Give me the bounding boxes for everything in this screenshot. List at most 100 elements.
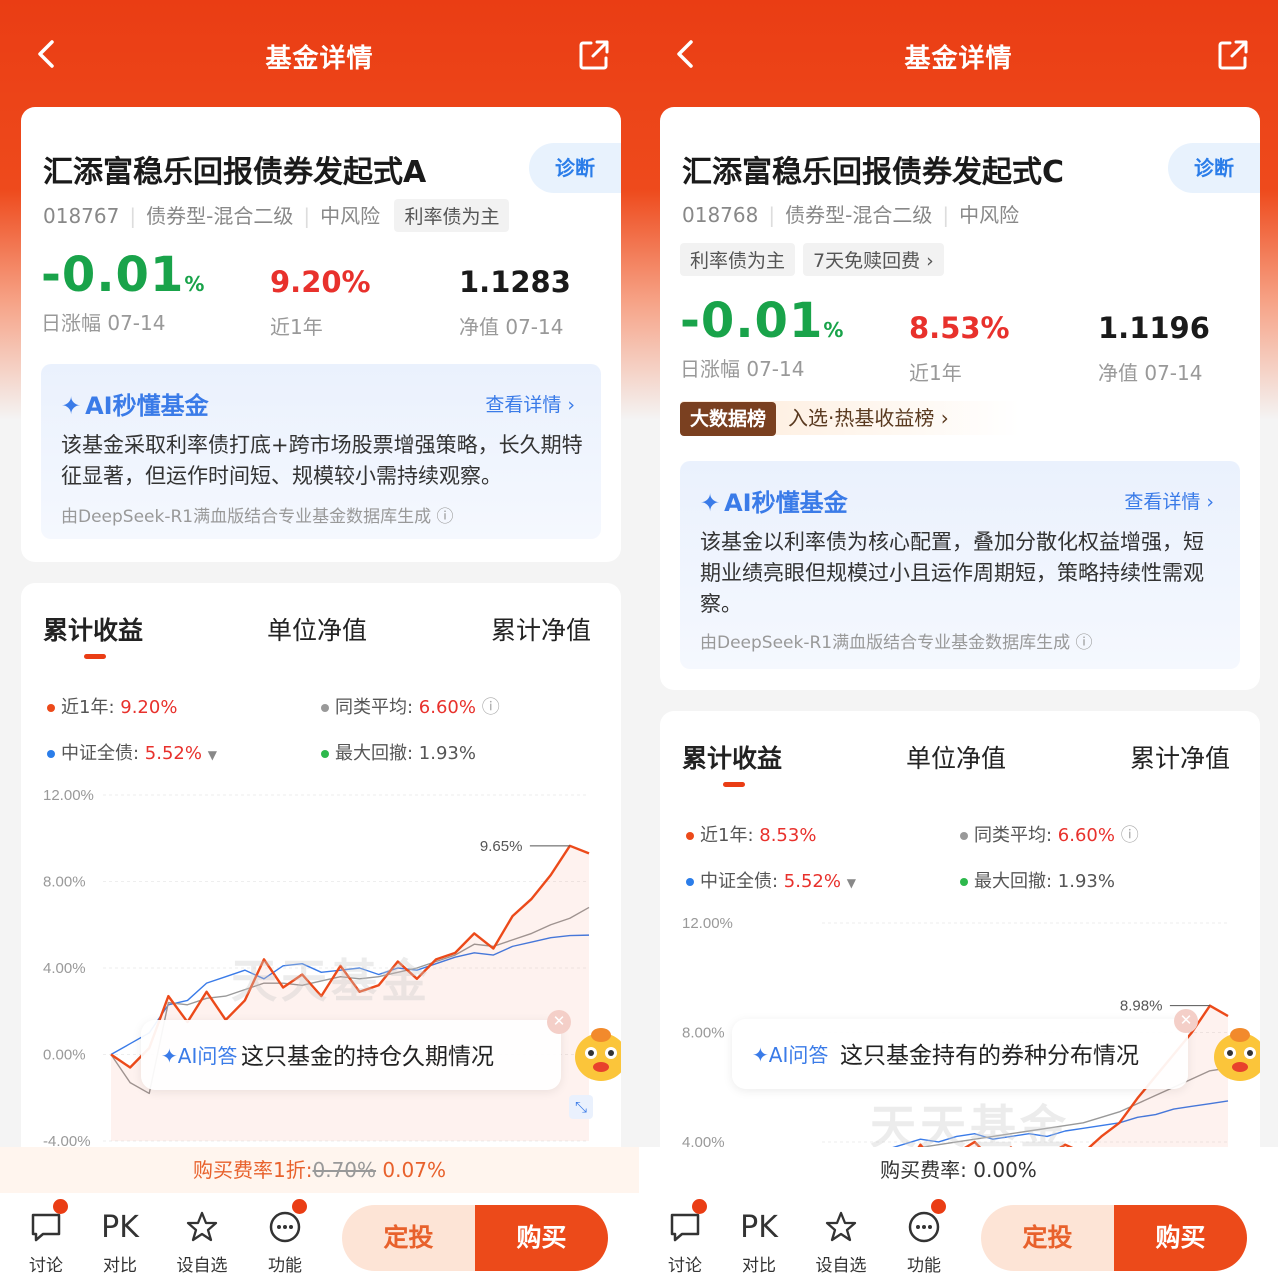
ai-qa-question: 这只基金的持仓久期情况	[241, 1044, 494, 1070]
fund-summary-card: 汇添富稳乐回报债券发起式A 诊断 018767 | 债券型-混合二级 | 中风险 利率债…	[21, 107, 621, 562]
free-redeem-tag[interactable]: 7天免赎回费 ›	[803, 243, 944, 276]
fund-tag: 利率债为主	[394, 199, 510, 232]
year-return: 8.53%	[909, 311, 1010, 345]
peak-label: 8.98%	[1120, 998, 1163, 1015]
expand-icon[interactable]: ⤡	[569, 1095, 593, 1119]
fund-risk: 中风险	[320, 204, 381, 228]
fee-label: 购买费率: 0.00%	[880, 1158, 1037, 1182]
fund-panel-c: 基金详情 汇添富稳乐回报债券发起式C 诊断 018768 | 债券型-混合二级 | 中风…	[639, 0, 1278, 1278]
watchlist-button[interactable]: 设自选	[811, 1207, 871, 1276]
ai-source: 由DeepSeek-R1满血版结合专业基金数据库生成 ⓘ	[61, 507, 454, 527]
more-icon	[908, 1211, 940, 1243]
compare-button[interactable]: PK 对比	[729, 1207, 789, 1277]
notification-dot	[931, 1199, 946, 1214]
year-label: 近1年	[909, 361, 962, 385]
fund-code: 018768	[682, 203, 759, 227]
nav-label: 净值 07-14	[1098, 361, 1203, 385]
pk-icon: PK	[740, 1209, 778, 1245]
ai-title: ✦ AI秒懂基金	[61, 392, 209, 420]
stat-daily: -0.01% 日涨幅 07-14	[41, 247, 206, 335]
fund-risk: 中风险	[959, 203, 1020, 227]
fund-tags: 利率债为主 7天免赎回费 ›	[680, 243, 952, 276]
ai-title: ✦ AI秒懂基金	[700, 489, 848, 517]
ai-qa-question: 这只基金持有的券种分布情况	[840, 1043, 1139, 1069]
compare-button[interactable]: PK 对比	[90, 1207, 150, 1277]
stat-year: 8.53% 近1年	[909, 311, 1010, 386]
y-tick-label: 0.00%	[43, 1047, 86, 1064]
stat-year: 9.20% 近1年	[270, 265, 371, 340]
rank-badge: 大数据榜	[680, 402, 777, 436]
function-button[interactable]: 功能	[894, 1199, 954, 1276]
function-button[interactable]: 功能	[255, 1199, 315, 1276]
rank-banner[interactable]: 大数据榜 入选·热基收益榜 ›	[680, 401, 1020, 436]
mascot-icon[interactable]	[1208, 1021, 1260, 1085]
fund-meta: 018768 | 债券型-混合二级 | 中风险	[682, 203, 1020, 227]
notification-dot	[692, 1199, 707, 1214]
fund-meta: 018767 | 债券型-混合二级 | 中风险 利率债为主	[43, 199, 510, 232]
year-return: 9.20%	[270, 265, 371, 299]
performance-card: 累计收益 单位净值 累计净值 近1年: 9.20% 同类平均: 6.60% ⓘ …	[21, 583, 621, 1183]
share-icon[interactable]	[577, 38, 611, 72]
performance-card: 累计收益 单位净值 累计净值 近1年: 8.53% 同类平均: 6.60% ⓘ …	[660, 711, 1260, 1183]
daily-label: 日涨幅 07-14	[680, 357, 805, 381]
fund-name: 汇添富稳乐回报债券发起式A	[43, 155, 427, 190]
peak-label: 9.65%	[480, 838, 523, 855]
buy-button[interactable]: 购买	[475, 1205, 608, 1271]
nav-bar: 基金详情	[639, 20, 1278, 92]
ai-more-link[interactable]: 查看详情 ›	[485, 390, 575, 417]
share-icon[interactable]	[1216, 38, 1250, 72]
pk-icon: PK	[101, 1209, 139, 1245]
fee-original: 0.70%	[312, 1158, 377, 1182]
ai-text: 该基金以利率债为核心配置，叠加分散化权益增强，短期业绩亮眼但规模过小且运作周期短…	[700, 530, 1204, 616]
y-tick-label: 4.00%	[43, 960, 86, 977]
more-icon	[269, 1211, 301, 1243]
ai-qa-badge: ✦AI问答	[752, 1043, 829, 1067]
fee-band: 购买费率1折:0.70% 0.07%	[0, 1147, 639, 1193]
ai-more-link[interactable]: 查看详情 ›	[1124, 487, 1214, 514]
star-icon	[825, 1211, 857, 1242]
fund-code: 018767	[43, 204, 120, 228]
nav-value: 1.1196	[1098, 311, 1210, 345]
action-buttons: 定投 购买	[342, 1205, 608, 1271]
fund-type: 债券型-混合二级	[785, 203, 933, 227]
nav-value: 1.1283	[459, 265, 571, 299]
buy-button[interactable]: 购买	[1114, 1205, 1247, 1271]
y-tick-label: 12.00%	[43, 787, 94, 804]
stat-nav: 1.1283 净值 07-14	[459, 265, 571, 340]
close-icon[interactable]: ✕	[547, 1010, 571, 1034]
sparkle-icon: ✦	[61, 392, 82, 420]
plan-invest-button[interactable]: 定投	[342, 1205, 475, 1271]
sparkle-icon: ✦	[700, 489, 721, 517]
discuss-button[interactable]: 讨论	[655, 1199, 715, 1276]
nav-label: 净值 07-14	[459, 315, 564, 339]
mascot-icon[interactable]	[569, 1021, 621, 1085]
fund-panel-a: 基金详情 汇添富稳乐回报债券发起式A 诊断 018767 | 债券型-混合二级 | 中风…	[0, 0, 639, 1278]
return-chart: 12.00%8.00%4.00%0.00%-4.00%9.65%	[43, 787, 590, 1150]
fund-summary-card: 汇添富稳乐回报债券发起式C 诊断 018768 | 债券型-混合二级 | 中风险 利率债…	[660, 107, 1260, 690]
star-icon	[186, 1211, 218, 1242]
rank-text: 入选·热基收益榜 ›	[788, 406, 949, 430]
ai-qa-bubble[interactable]: ✦AI问答 这只基金的持仓久期情况 ✕	[141, 1010, 571, 1090]
bottom-bar: 讨论 PK 对比 设自选 功能 定投 购买	[639, 1193, 1278, 1278]
close-icon[interactable]: ✕	[1174, 1009, 1198, 1033]
ai-text: 该基金采取利率债打底+跨市场股票增强策略，长久期特征显著，但运作时间短、规模较小…	[61, 433, 583, 488]
chat-icon	[670, 1213, 700, 1242]
y-tick-label: 8.00%	[43, 874, 86, 891]
fund-tag: 利率债为主	[680, 243, 796, 276]
daily-label: 日涨幅 07-14	[41, 311, 166, 335]
fee-current: 0.07%	[382, 1158, 446, 1182]
fund-name: 汇添富稳乐回报债券发起式C	[682, 155, 1065, 190]
ai-source: 由DeepSeek-R1满血版结合专业基金数据库生成 ⓘ	[700, 633, 1093, 653]
discuss-button[interactable]: 讨论	[16, 1199, 76, 1276]
y-tick-label: 8.00%	[682, 1024, 725, 1041]
fee-label: 购买费率1折:	[193, 1158, 313, 1182]
watchlist-button[interactable]: 设自选	[172, 1207, 232, 1276]
ai-summary-box: ✦ AI秒懂基金 查看详情 › 该基金以利率债为核心配置，叠加分散化权益增强，短期…	[680, 461, 1240, 669]
fee-band: 购买费率: 0.00%	[639, 1147, 1278, 1193]
diagnose-button[interactable]: 诊断	[1168, 143, 1260, 193]
ai-qa-bubble[interactable]: ✦AI问答 这只基金持有的券种分布情况 ✕	[732, 1009, 1198, 1089]
ai-qa-badge: ✦AI问答	[161, 1044, 238, 1068]
plan-invest-button[interactable]: 定投	[981, 1205, 1114, 1271]
diagnose-button[interactable]: 诊断	[529, 143, 621, 193]
watermark: 天天基金	[231, 954, 431, 1008]
